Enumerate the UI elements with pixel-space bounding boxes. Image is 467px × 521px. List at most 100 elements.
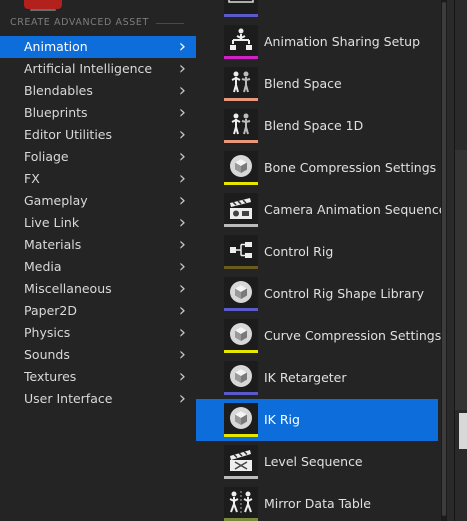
asset-label: Blend Space [264, 76, 342, 91]
asset-label: Bone Compression Settings [264, 160, 437, 175]
category-item-materials[interactable]: Materials › [0, 234, 196, 256]
asset-label: IK Rig [264, 412, 300, 427]
asset-item-camera-animation-sequence[interactable]: Camera Animation Sequence [196, 189, 446, 231]
chevron-right-icon: › [178, 322, 186, 343]
chevron-right-icon: › [178, 80, 186, 101]
category-label: Foliage [24, 149, 69, 164]
asset-item-blend-space-1d[interactable]: Blend Space 1D [196, 105, 438, 147]
category-item-media[interactable]: Media › [0, 256, 196, 278]
asset-label: Curve Compression Settings [264, 328, 442, 343]
category-item-foliage[interactable]: Foliage › [0, 146, 196, 168]
asset-type-color-bar [224, 98, 258, 101]
category-item-blendables[interactable]: Blendables › [0, 80, 196, 102]
asset-thumbnail [224, 25, 258, 59]
asset-type-color-bar [224, 56, 258, 59]
category-item-animation[interactable]: Animation › [0, 36, 196, 58]
asset-list: Animation Sharing Setup Blend Space Blend … [196, 0, 446, 521]
cube-icon [224, 319, 258, 349]
category-item-miscellaneous[interactable]: Miscellaneous › [0, 278, 196, 300]
category-item-blueprints[interactable]: Blueprints › [0, 102, 196, 124]
asset-item-animation-sharing-setup[interactable]: Animation Sharing Setup [196, 21, 438, 63]
asset-submenu: Animation Sharing Setup Blend Space Blend … [196, 0, 447, 521]
asset-thumbnail [224, 193, 258, 227]
category-label: Physics [24, 325, 71, 340]
asset-item-control-rig-shape-library[interactable]: Control Rig Shape Library [196, 273, 438, 315]
category-label: Miscellaneous [24, 281, 112, 296]
clapperboard-icon [224, 445, 258, 475]
scrollbar-thumb[interactable] [442, 2, 446, 516]
chevron-right-icon: › [178, 58, 186, 79]
chevron-right-icon: › [178, 168, 186, 189]
asset-item-partial-asset[interactable] [196, 0, 438, 21]
category-item-paper2d[interactable]: Paper2D › [0, 300, 196, 322]
category-label: Live Link [24, 215, 80, 230]
asset-label: Camera Animation Sequence [264, 202, 447, 217]
chevron-right-icon: › [178, 36, 186, 57]
cube-icon [224, 361, 258, 391]
chevron-right-icon: › [178, 366, 186, 387]
category-label: Paper2D [24, 303, 77, 318]
asset-thumbnail [224, 0, 258, 17]
asset-label: Control Rig [264, 244, 334, 259]
category-item-editor-utilities[interactable]: Editor Utilities › [0, 124, 196, 146]
cube-icon [224, 151, 258, 181]
asset-thumbnail [224, 487, 258, 521]
category-label: Textures [24, 369, 77, 384]
category-item-artificial-intelligence[interactable]: Artificial Intelligence › [0, 58, 196, 80]
category-item-fx[interactable]: FX › [0, 168, 196, 190]
chevron-right-icon: › [178, 102, 186, 123]
category-label: Blueprints [24, 105, 88, 120]
background-tab [459, 413, 467, 449]
chevron-right-icon: › [178, 212, 186, 233]
chevron-right-icon: › [178, 388, 186, 409]
unreal-logo [24, 0, 62, 11]
asset-label: IK Retargeter [264, 370, 347, 385]
chevron-right-icon: › [178, 278, 186, 299]
asset-thumbnail [224, 109, 258, 143]
category-item-gameplay[interactable]: Gameplay › [0, 190, 196, 212]
asset-thumbnail [224, 319, 258, 353]
asset-item-control-rig[interactable]: Control Rig [196, 231, 438, 273]
category-label: Editor Utilities [24, 127, 113, 142]
chevron-right-icon: › [178, 256, 186, 277]
category-item-user-interface[interactable]: User Interface › [0, 388, 196, 410]
asset-thumbnail [224, 151, 258, 185]
background-panel [455, 150, 467, 410]
asset-thumbnail [224, 67, 258, 101]
category-menu: CREATE ADVANCED ASSET Animation › Artifici… [0, 0, 197, 521]
film-icon [224, 0, 258, 13]
header-divider [156, 23, 184, 24]
asset-item-ik-rig[interactable]: IK Rig [196, 399, 438, 441]
asset-label: Animation Sharing Setup [264, 34, 421, 49]
asset-type-color-bar [224, 140, 258, 143]
asset-item-blend-space[interactable]: Blend Space [196, 63, 438, 105]
category-list: Animation › Artificial Intelligence › Blenda… [0, 36, 196, 410]
asset-item-level-sequence[interactable]: Level Sequence [196, 441, 438, 483]
asset-type-color-bar [224, 224, 258, 227]
asset-item-mirror-data-table[interactable]: Mirror Data Table [196, 483, 438, 521]
chevron-right-icon: › [178, 124, 186, 145]
rig-nodes-icon [224, 235, 258, 265]
category-label: Materials [24, 237, 82, 252]
chevron-right-icon: › [178, 344, 186, 365]
asset-thumbnail [224, 235, 258, 269]
asset-type-color-bar [224, 266, 258, 269]
cube-icon [224, 277, 258, 307]
asset-thumbnail [224, 277, 258, 311]
chevron-right-icon: › [178, 146, 186, 167]
asset-item-ik-retargeter[interactable]: IK Retargeter [196, 357, 438, 399]
mirror-figures-icon [224, 487, 258, 517]
asset-type-color-bar [224, 308, 258, 311]
asset-item-bone-compression-settings[interactable]: Bone Compression Settings [196, 147, 438, 189]
category-item-textures[interactable]: Textures › [0, 366, 196, 388]
asset-label: Level Sequence [264, 454, 363, 469]
asset-item-curve-compression-settings[interactable]: Curve Compression Settings [196, 315, 442, 357]
asset-type-color-bar [224, 350, 258, 353]
category-label: Animation [24, 39, 88, 54]
category-item-live-link[interactable]: Live Link › [0, 212, 196, 234]
chevron-right-icon: › [178, 190, 186, 211]
category-item-sounds[interactable]: Sounds › [0, 344, 196, 366]
category-item-physics[interactable]: Physics › [0, 322, 196, 344]
camera-clapper-icon [224, 193, 258, 223]
category-label: Media [24, 259, 62, 274]
